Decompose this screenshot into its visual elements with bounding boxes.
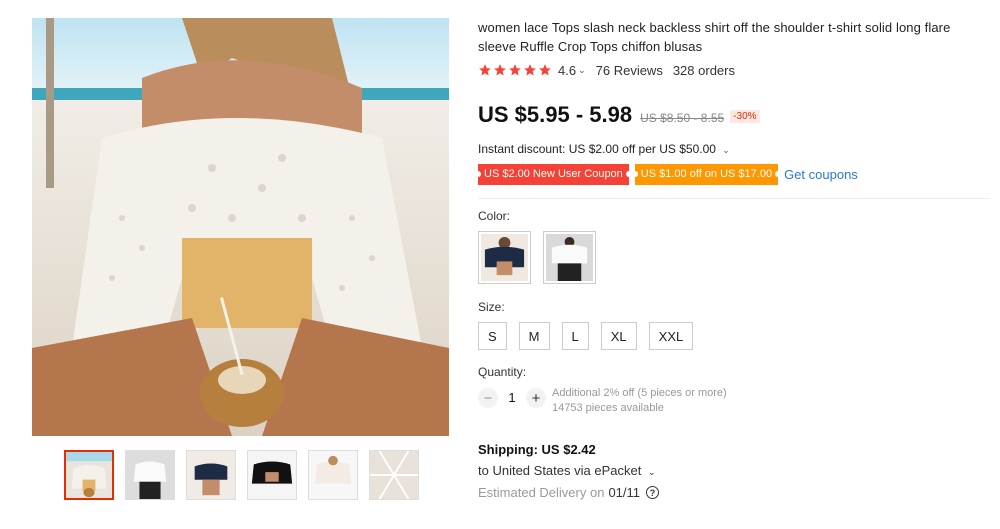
size-option-m[interactable]: M (518, 322, 550, 350)
shipping-destination[interactable]: to United States via ePacket ⌄ (478, 463, 990, 478)
quantity-notes: Additional 2% off (5 pieces or more) 147… (552, 386, 727, 416)
increase-quantity-button[interactable]: + (526, 388, 546, 408)
new-user-coupon[interactable]: US $2.00 New User Coupon (475, 164, 632, 185)
size-options: S M L XL XXL (478, 322, 990, 350)
star-icon (539, 64, 551, 76)
chevron-down-icon[interactable]: ⌄ (578, 65, 586, 76)
star-icon (494, 64, 506, 76)
color-label: Color: (478, 209, 511, 223)
current-price: US $5.95 - 5.98 (478, 102, 633, 127)
quantity-stepper: − 1 + Additional 2% off (5 pieces or mor… (478, 386, 990, 416)
star-icon (479, 64, 491, 76)
estimated-delivery: Estimated Delivery on 01/11 ? (478, 485, 990, 500)
quantity-label: Quantity: (478, 365, 527, 379)
chevron-down-icon: ⌄ (647, 467, 656, 477)
original-price: US $8.50 - 8.55 (640, 111, 725, 125)
eta-date: 01/11 (608, 485, 641, 500)
size-option-l[interactable]: L (561, 322, 589, 350)
store-coupon[interactable]: US $1.00 off on US $17.00 (631, 164, 782, 185)
size-option-xxl[interactable]: XXL (648, 322, 694, 350)
color-swatch-navy[interactable] (478, 231, 531, 284)
chevron-down-icon: ⌄ (722, 145, 730, 155)
color-swatches (478, 231, 990, 284)
main-product-image[interactable] (32, 18, 449, 436)
thumbnail-3[interactable] (186, 450, 236, 500)
reviews-link[interactable]: 76 Reviews (596, 63, 663, 78)
color-swatch-white[interactable] (543, 231, 596, 284)
discount-badge: -30% (730, 110, 760, 123)
star-icon (509, 64, 521, 76)
size-option-xl[interactable]: XL (600, 322, 637, 350)
coupon-row: US $2.00 New User Coupon US $1.00 off on… (475, 164, 990, 185)
product-info: women lace Tops slash neck backless shir… (475, 18, 990, 500)
star-icon (524, 64, 536, 76)
instant-discount[interactable]: Instant discount: US $2.00 off per US $5… (478, 142, 990, 156)
product-title: women lace Tops slash neck backless shir… (478, 20, 951, 54)
bulk-discount-note: Additional 2% off (5 pieces or more) (552, 387, 727, 399)
price-row: US $5.95 - 5.98 US $8.50 - 8.55 -30% (478, 102, 990, 132)
divider (478, 198, 990, 199)
thumbnail-1[interactable] (64, 450, 114, 500)
thumbnail-5[interactable] (308, 450, 358, 500)
get-coupons-link[interactable]: Get coupons (784, 167, 858, 182)
thumbnail-2[interactable] (125, 450, 175, 500)
rating-row: 4.6 ⌄ 76 Reviews 328 orders (478, 62, 990, 78)
orders-count: 328 orders (672, 62, 735, 78)
thumbnail-4[interactable] (247, 450, 297, 500)
thumbnail-strip (64, 450, 419, 500)
shipping-cost: Shipping: US $2.42 (478, 442, 596, 457)
decrease-quantity-button[interactable]: − (478, 388, 498, 408)
size-option-s[interactable]: S (478, 322, 507, 350)
shipping-destination-text: to United States via ePacket (478, 463, 642, 478)
eta-label: Estimated Delivery on (478, 485, 605, 500)
rating-value: 4.6 (558, 62, 577, 78)
question-circle-icon[interactable]: ? (646, 486, 660, 499)
thumbnail-6[interactable] (369, 450, 419, 500)
star-rating[interactable] (478, 63, 552, 77)
quantity-value[interactable]: 1 (498, 388, 526, 408)
size-label: Size: (478, 300, 505, 314)
stock-available: 14753 pieces available (552, 402, 664, 414)
instant-discount-text: Instant discount: US $2.00 off per US $5… (478, 142, 716, 156)
